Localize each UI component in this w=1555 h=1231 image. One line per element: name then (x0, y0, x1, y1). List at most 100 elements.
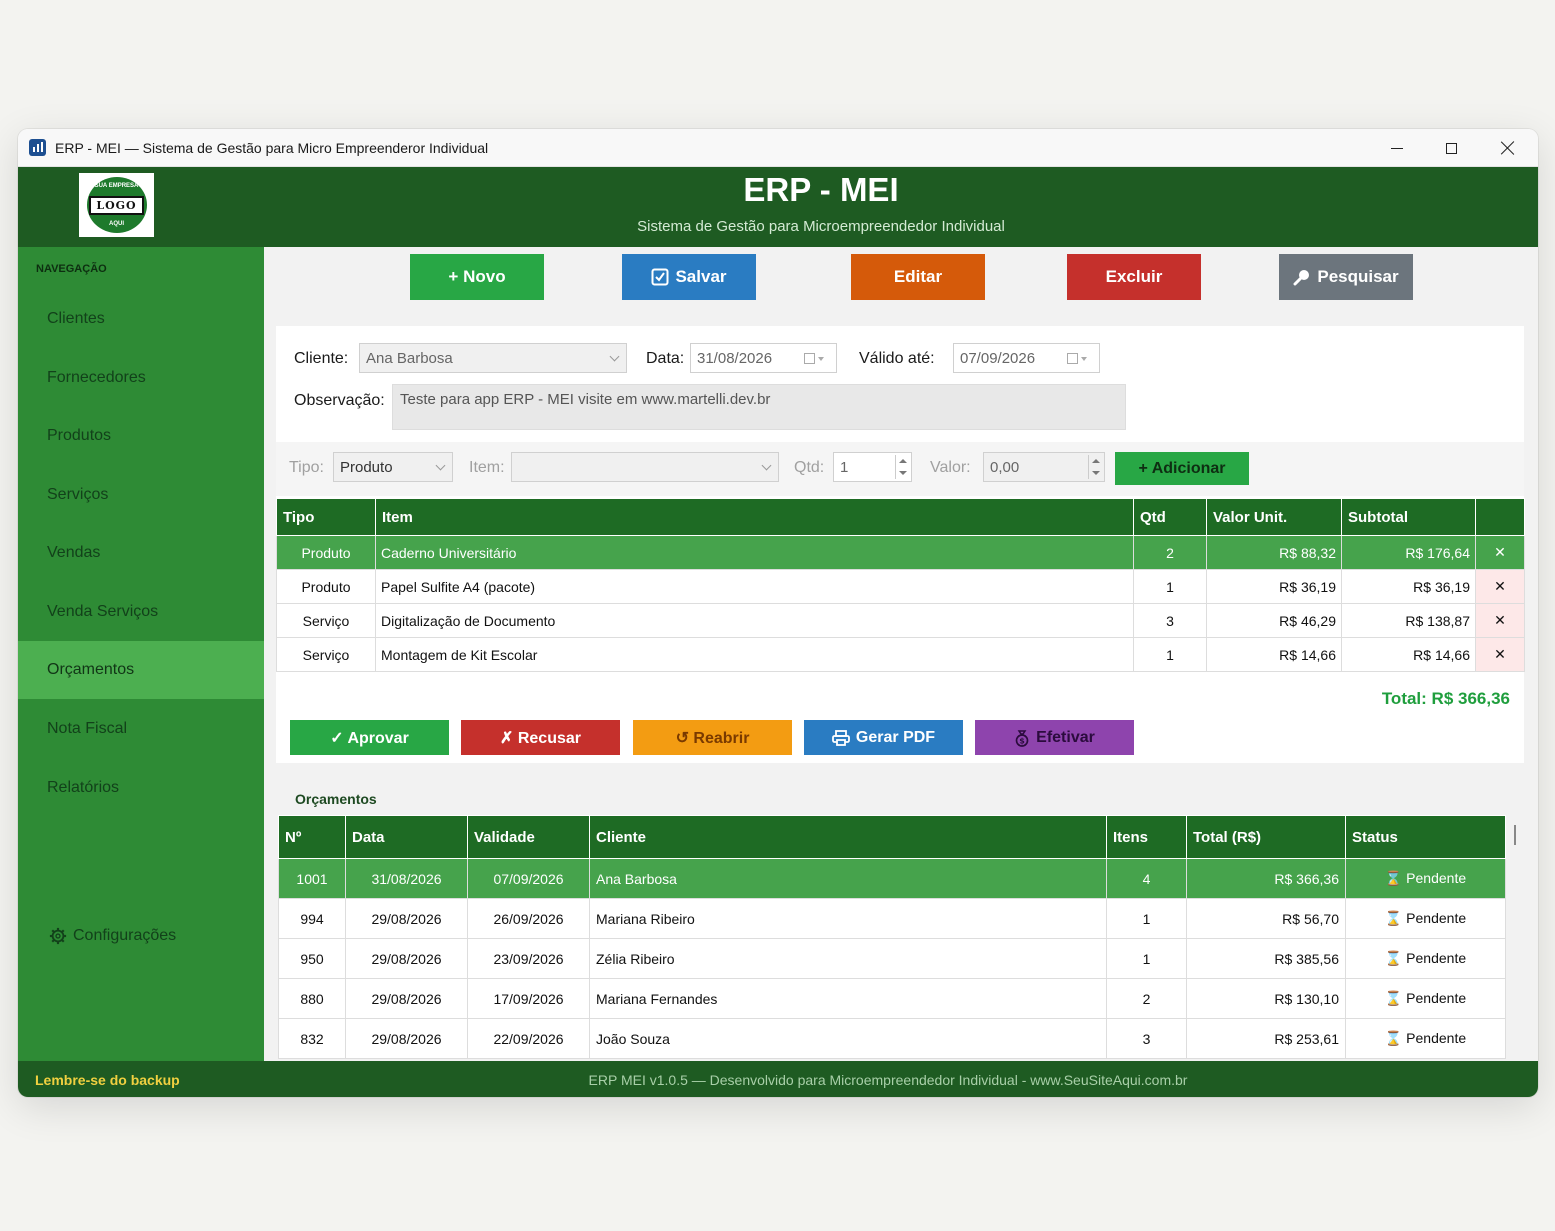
col-header-itens[interactable]: Itens (1106, 815, 1187, 859)
status-badge: ⌛ Pendente (1345, 978, 1506, 1019)
data-date-picker[interactable]: 31/08/2026 (690, 343, 837, 373)
close-button[interactable] (1481, 129, 1535, 167)
sidebar-item-orcamentos[interactable]: Orçamentos (18, 641, 264, 699)
footer-info: ERP MEI v1.0.5 — Desenvolvido para Micro… (588, 1072, 1188, 1088)
chevron-down-icon (435, 460, 446, 471)
cell-valor: R$ 14,66 (1206, 637, 1342, 672)
cell-itens: 3 (1106, 1018, 1187, 1059)
col-header-data[interactable]: Data (345, 815, 468, 859)
cell-cliente: Ana Barbosa (589, 858, 1107, 899)
qtd-stepper[interactable]: 1 (833, 452, 912, 482)
status-badge: ⌛ Pendente (1345, 1018, 1506, 1059)
cell-numero: 994 (278, 898, 346, 939)
gerar-pdf-button[interactable]: Gerar PDF (804, 720, 963, 755)
table-row[interactable]: 994 29/08/2026 26/09/2026 Mariana Ribeir… (278, 898, 1506, 939)
remove-item-icon[interactable]: ✕ (1475, 535, 1525, 570)
orcamentos-list-title: Orçamentos (295, 791, 377, 807)
cell-data: 29/08/2026 (345, 938, 468, 979)
col-header-total[interactable]: Total (R$) (1186, 815, 1346, 859)
maximize-button[interactable] (1424, 129, 1478, 167)
cell-qtd: 1 (1133, 637, 1207, 672)
col-header-valor-unit[interactable]: Valor Unit. (1206, 498, 1342, 536)
table-row[interactable]: Produto Papel Sulfite A4 (pacote) 1 R$ 3… (276, 569, 1525, 604)
cell-total: R$ 385,56 (1186, 938, 1346, 979)
cell-item: Caderno Universitário (375, 535, 1134, 570)
excluir-button[interactable]: Excluir (1067, 254, 1201, 300)
app-title: ERP - MEI (743, 171, 899, 208)
col-header-item[interactable]: Item (375, 498, 1134, 536)
sidebar-item-nota-fiscal[interactable]: Nota Fiscal (18, 700, 264, 758)
table-row[interactable]: 1001 31/08/2026 07/09/2026 Ana Barbosa 4… (278, 858, 1506, 899)
table-row[interactable]: Produto Caderno Universitário 2 R$ 88,32… (276, 535, 1525, 570)
status-footer: Lembre-se do backup ERP MEI v1.0.5 — Des… (18, 1061, 1538, 1097)
valor-label: Valor: (930, 459, 971, 476)
svg-text:$: $ (1019, 736, 1025, 745)
col-header-numero[interactable]: Nº (278, 815, 346, 859)
col-header-subtotal[interactable]: Subtotal (1341, 498, 1476, 536)
nav-section-label: NAVEGAÇÃO (36, 263, 107, 275)
calendar-icon (1067, 352, 1089, 365)
sidebar-item-relatorios[interactable]: Relatórios (18, 759, 264, 817)
recusar-button[interactable]: ✗ Recusar (461, 720, 620, 755)
sidebar-item-venda-servicos[interactable]: Venda Serviços (18, 583, 264, 641)
cell-data: 29/08/2026 (345, 898, 468, 939)
sidebar-item-configuracoes[interactable]: Configurações (49, 927, 176, 945)
cell-total: R$ 253,61 (1186, 1018, 1346, 1059)
cell-validade: 23/09/2026 (467, 938, 590, 979)
col-header-qtd[interactable]: Qtd (1133, 498, 1207, 536)
orcamentos-scrollbar[interactable] (1514, 825, 1516, 845)
valido-date-picker[interactable]: 07/09/2026 (953, 343, 1100, 373)
cell-qtd: 3 (1133, 603, 1207, 638)
table-row[interactable]: Serviço Montagem de Kit Escolar 1 R$ 14,… (276, 637, 1525, 672)
cell-numero: 880 (278, 978, 346, 1019)
table-row[interactable]: Serviço Digitalização de Documento 3 R$ … (276, 603, 1525, 638)
cell-validade: 07/09/2026 (467, 858, 590, 899)
budget-form: Cliente: Ana Barbosa Data: 31/08/2026 Vá… (276, 326, 1525, 763)
remove-item-icon[interactable]: ✕ (1475, 603, 1525, 638)
col-header-cliente[interactable]: Cliente (589, 815, 1107, 859)
editar-button[interactable]: Editar (851, 254, 985, 300)
cell-total: R$ 56,70 (1186, 898, 1346, 939)
main-content: + Novo Salvar Editar Excluir Pesquisar C… (264, 247, 1538, 1061)
salvar-button[interactable]: Salvar (622, 254, 756, 300)
novo-button[interactable]: + Novo (410, 254, 544, 300)
sidebar-item-produtos[interactable]: Produtos (18, 407, 264, 465)
app-subtitle: Sistema de Gestão para Microempreendedor… (637, 218, 1005, 235)
aprovar-button[interactable]: ✓ Aprovar (290, 720, 449, 755)
sidebar-item-fornecedores[interactable]: Fornecedores (18, 349, 264, 407)
cell-data: 29/08/2026 (345, 1018, 468, 1059)
col-header-remove (1475, 498, 1525, 536)
cell-item: Papel Sulfite A4 (pacote) (375, 569, 1134, 604)
col-header-status[interactable]: Status (1345, 815, 1506, 859)
table-row[interactable]: 880 29/08/2026 17/09/2026 Mariana Fernan… (278, 978, 1506, 1019)
cliente-select[interactable]: Ana Barbosa (359, 343, 627, 373)
spinner-arrows-icon[interactable] (895, 455, 909, 479)
remove-item-icon[interactable]: ✕ (1475, 569, 1525, 604)
col-header-tipo[interactable]: Tipo (276, 498, 376, 536)
spinner-arrows-icon[interactable] (1088, 455, 1102, 479)
adicionar-button[interactable]: + Adicionar (1115, 452, 1249, 485)
cell-data: 31/08/2026 (345, 858, 468, 899)
qtd-value: 1 (840, 458, 849, 476)
remove-item-icon[interactable]: ✕ (1475, 637, 1525, 672)
col-header-validade[interactable]: Validade (467, 815, 590, 859)
sidebar-item-vendas[interactable]: Vendas (18, 524, 264, 582)
cliente-label: Cliente: (294, 350, 349, 367)
cell-numero: 950 (278, 938, 346, 979)
table-row[interactable]: 832 29/08/2026 22/09/2026 João Souza 3 R… (278, 1018, 1506, 1059)
tipo-select[interactable]: Produto (333, 452, 453, 482)
close-icon (1501, 141, 1515, 155)
table-row[interactable]: 950 29/08/2026 23/09/2026 Zélia Ribeiro … (278, 938, 1506, 979)
observacao-field[interactable]: Teste para app ERP - MEI visite em www.m… (392, 384, 1126, 430)
cell-qtd: 1 (1133, 569, 1207, 604)
pesquisar-button[interactable]: Pesquisar (1279, 254, 1413, 300)
valor-stepper[interactable]: 0,00 (983, 452, 1105, 482)
cell-subtotal: R$ 138,87 (1341, 603, 1476, 638)
efetivar-button[interactable]: $ Efetivar (975, 720, 1134, 755)
tipo-label: Tipo: (289, 459, 324, 476)
reabrir-button[interactable]: ↺ Reabrir (633, 720, 792, 755)
minimize-button[interactable] (1370, 129, 1424, 167)
sidebar-item-servicos[interactable]: Serviços (18, 466, 264, 524)
item-select[interactable] (511, 452, 779, 482)
sidebar-item-clientes[interactable]: Clientes (18, 290, 264, 348)
